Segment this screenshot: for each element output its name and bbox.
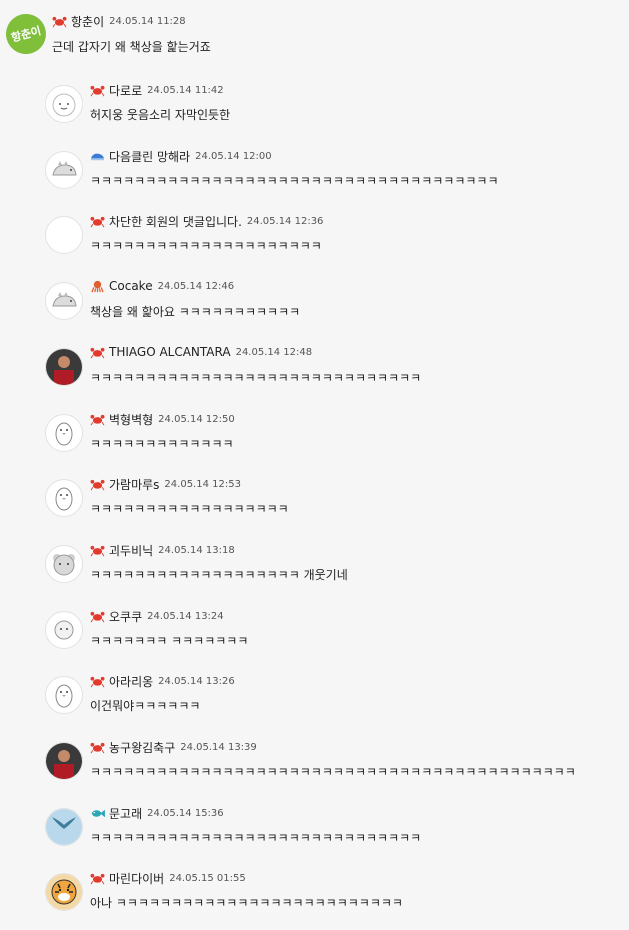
- crab-icon: [90, 675, 109, 688]
- comment-meta: Cocake 24.05.14 12:46: [90, 279, 234, 293]
- penguin-avatar[interactable]: [45, 414, 83, 452]
- comment-timestamp: 24.05.14 12:48: [235, 346, 313, 358]
- comment-meta: 다음클린 망해라 24.05.14 12:00: [90, 148, 272, 165]
- root-avatar[interactable]: 항춘이: [1, 9, 51, 59]
- penguin-avatar[interactable]: [45, 676, 83, 714]
- comment-meta: 항춘이 24.05.14 11:28: [52, 13, 186, 30]
- comment-text: ㅋㅋㅋㅋㅋㅋㅋㅋㅋㅋㅋㅋㅋㅋㅋㅋㅋㅋ: [90, 502, 289, 516]
- comment-text: 허지웅 웃음소리 자막인듯한: [90, 108, 231, 122]
- photo-avatar[interactable]: [45, 348, 83, 386]
- comment-timestamp: 24.05.14 11:28: [109, 16, 186, 27]
- comment-timestamp: 24.05.14 12:46: [157, 280, 235, 292]
- reply-comment: 차단한 회원의 댓글입니다. 24.05.14 12:36 ㅋㅋㅋㅋㅋㅋㅋㅋㅋㅋㅋㅋ…: [0, 213, 629, 273]
- comment-timestamp: 24.05.14 12:50: [158, 414, 235, 425]
- comment-nickname[interactable]: 항춘이: [71, 13, 104, 30]
- comment-nickname[interactable]: 문고래: [109, 805, 142, 822]
- reply-comment: Cocake 24.05.14 12:46 책상을 왜 핥아요 ㅋㅋㅋㅋㅋㅋㅋㅋㅋㅋ…: [0, 279, 629, 339]
- comment-meta: 벽형벽형 24.05.14 12:50: [90, 411, 235, 428]
- octopus-icon: [90, 280, 109, 293]
- comment-meta: 괴두비닉 24.05.14 13:18: [90, 542, 235, 559]
- comment-timestamp: 24.05.14 11:42: [147, 85, 224, 96]
- comment-text: ㅋㅋㅋㅋㅋㅋㅋㅋㅋㅋㅋㅋㅋㅋㅋㅋㅋㅋㅋㅋㅋ: [90, 239, 322, 253]
- bear-avatar[interactable]: [45, 545, 83, 583]
- reply-comment: 벽형벽형 24.05.14 12:50 ㅋㅋㅋㅋㅋㅋㅋㅋㅋㅋㅋㅋㅋ: [0, 411, 629, 471]
- reply-comment: 가람마루s 24.05.14 12:53 ㅋㅋㅋㅋㅋㅋㅋㅋㅋㅋㅋㅋㅋㅋㅋㅋㅋㅋ: [0, 476, 629, 536]
- root-avatar-text: 항춘이: [9, 24, 43, 45]
- crab-icon: [90, 84, 109, 97]
- crab-icon: [90, 741, 109, 754]
- reply-comment: 다음클린 망해라 24.05.14 12:00 ㅋㅋㅋㅋㅋㅋㅋㅋㅋㅋㅋㅋㅋㅋㅋㅋㅋㅋ…: [0, 148, 629, 208]
- comment-timestamp: 24.05.14 13:18: [158, 545, 235, 556]
- reply-comment: THIAGO ALCANTARA 24.05.14 12:48 ㅋㅋㅋㅋㅋㅋㅋㅋㅋㅋ…: [0, 345, 629, 405]
- tiger-avatar[interactable]: [45, 873, 83, 911]
- reply-comment: 다로로 24.05.14 11:42 허지웅 웃음소리 자막인듯한: [0, 82, 629, 142]
- comment-timestamp: 24.05.14 13:26: [158, 676, 235, 687]
- comment-nickname[interactable]: 벽형벽형: [109, 411, 153, 428]
- comment-nickname[interactable]: 오쿠쿠: [109, 608, 142, 625]
- comment-meta: 다로로 24.05.14 11:42: [90, 82, 224, 99]
- reply-comment: 농구왕김축구 24.05.14 13:39 ㅋㅋㅋㅋㅋㅋㅋㅋㅋㅋㅋㅋㅋㅋㅋㅋㅋㅋㅋㅋ…: [0, 739, 629, 799]
- crab-icon: [90, 872, 109, 885]
- root-comment: 항춘이 항춘이 24.05.14 11:28 근데 갑자기 왜 책상을 핥는거죠: [0, 0, 629, 60]
- comment-nickname[interactable]: THIAGO ALCANTARA: [109, 345, 231, 359]
- comment-timestamp: 24.05.14 15:36: [147, 808, 224, 819]
- dino-avatar[interactable]: [45, 151, 83, 189]
- crab-icon: [90, 610, 109, 623]
- comment-nickname[interactable]: 다음클린 망해라: [109, 148, 190, 165]
- dino-avatar[interactable]: [45, 282, 83, 320]
- crab-icon: [90, 544, 109, 557]
- crab-icon: [90, 215, 109, 228]
- comment-timestamp: 24.05.14 12:36: [246, 216, 324, 227]
- comment-text: ㅋㅋㅋㅋㅋㅋㅋㅋㅋㅋㅋㅋㅋㅋㅋㅋㅋㅋㅋ 개웃기네: [90, 568, 348, 582]
- whale-tail-avatar[interactable]: [45, 808, 83, 846]
- comment-text: 책상을 왜 핥아요 ㅋㅋㅋㅋㅋㅋㅋㅋㅋㅋㅋ: [90, 305, 301, 319]
- comment-text: ㅋㅋㅋㅋㅋㅋㅋㅋㅋㅋㅋㅋㅋㅋㅋㅋㅋㅋㅋㅋㅋㅋㅋㅋㅋㅋㅋㅋㅋㅋㅋㅋㅋㅋㅋㅋㅋㅋㅋㅋ…: [90, 765, 576, 779]
- comment-timestamp: 24.05.14 12:53: [164, 479, 241, 490]
- comment-text: 아나 ㅋㅋㅋㅋㅋㅋㅋㅋㅋㅋㅋㅋㅋㅋㅋㅋㅋㅋㅋㅋㅋㅋㅋㅋㅋㅋ: [90, 896, 403, 910]
- comment-nickname[interactable]: 농구왕김축구: [109, 739, 175, 756]
- comment-meta: 차단한 회원의 댓글입니다. 24.05.14 12:36: [90, 213, 323, 230]
- comment-meta: THIAGO ALCANTARA 24.05.14 12:48: [90, 345, 312, 359]
- comment-nickname[interactable]: 마린다이버: [109, 870, 164, 887]
- penguin-avatar[interactable]: [45, 479, 83, 517]
- comment-nickname[interactable]: 괴두비닉: [109, 542, 153, 559]
- crab-icon: [90, 478, 109, 491]
- comment-nickname[interactable]: Cocake: [109, 279, 153, 293]
- comment-nickname[interactable]: 가람마루s: [109, 476, 159, 493]
- crab-icon: [90, 346, 109, 359]
- crab-icon: [52, 16, 67, 28]
- comment-nickname[interactable]: 아라리옹: [109, 673, 153, 690]
- comment-nickname[interactable]: 차단한 회원의 댓글입니다.: [109, 213, 242, 230]
- comment-text: ㅋㅋㅋㅋㅋㅋㅋㅋㅋㅋㅋㅋㅋ: [90, 437, 234, 451]
- comment-meta: 마린다이버 24.05.15 01:55: [90, 870, 246, 887]
- photo-avatar[interactable]: [45, 742, 83, 780]
- reply-comment: 오쿠쿠 24.05.14 13:24 ㅋㅋㅋㅋㅋㅋㅋ ㅋㅋㅋㅋㅋㅋㅋ: [0, 608, 629, 668]
- default-face-avatar[interactable]: [45, 85, 83, 123]
- comment-meta: 오쿠쿠 24.05.14 13:24: [90, 608, 224, 625]
- comment-timestamp: 24.05.14 13:39: [180, 742, 257, 753]
- comment-timestamp: 24.05.14 12:00: [195, 151, 272, 162]
- comment-timestamp: 24.05.15 01:55: [169, 873, 246, 884]
- comment-text: ㅋㅋㅋㅋㅋㅋㅋㅋㅋㅋㅋㅋㅋㅋㅋㅋㅋㅋㅋㅋㅋㅋㅋㅋㅋㅋㅋㅋㅋㅋㅋㅋㅋㅋㅋㅋㅋ: [90, 174, 499, 188]
- blank-avatar[interactable]: [45, 216, 83, 254]
- sheep-avatar[interactable]: [45, 611, 83, 649]
- reply-comment: 아라리옹 24.05.14 13:26 이건뭐야ㅋㅋㅋㅋㅋㅋ: [0, 673, 629, 733]
- fish-icon: [90, 807, 109, 820]
- reply-comment: 문고래 24.05.14 15:36 ㅋㅋㅋㅋㅋㅋㅋㅋㅋㅋㅋㅋㅋㅋㅋㅋㅋㅋㅋㅋㅋㅋㅋ…: [0, 805, 629, 865]
- comment-meta: 문고래 24.05.14 15:36: [90, 805, 224, 822]
- reply-comment: 괴두비닉 24.05.14 13:18 ㅋㅋㅋㅋㅋㅋㅋㅋㅋㅋㅋㅋㅋㅋㅋㅋㅋㅋㅋ 개웃…: [0, 542, 629, 602]
- comment-text: ㅋㅋㅋㅋㅋㅋㅋㅋㅋㅋㅋㅋㅋㅋㅋㅋㅋㅋㅋㅋㅋㅋㅋㅋㅋㅋㅋㅋㅋㅋ: [90, 831, 422, 845]
- comment-meta: 아라리옹 24.05.14 13:26: [90, 673, 235, 690]
- comment-meta: 가람마루s 24.05.14 12:53: [90, 476, 241, 493]
- whale-icon: [90, 150, 109, 163]
- comment-text: ㅋㅋㅋㅋㅋㅋㅋㅋㅋㅋㅋㅋㅋㅋㅋㅋㅋㅋㅋㅋㅋㅋㅋㅋㅋㅋㅋㅋㅋㅋ: [90, 371, 422, 385]
- reply-comment: 마린다이버 24.05.15 01:55 아나 ㅋㅋㅋㅋㅋㅋㅋㅋㅋㅋㅋㅋㅋㅋㅋㅋㅋㅋ…: [0, 870, 629, 930]
- crab-icon: [90, 413, 109, 426]
- comment-meta: 농구왕김축구 24.05.14 13:39: [90, 739, 257, 756]
- comment-text: 이건뭐야ㅋㅋㅋㅋㅋㅋ: [90, 699, 201, 713]
- comment-nickname[interactable]: 다로로: [109, 82, 142, 99]
- comment-timestamp: 24.05.14 13:24: [147, 611, 224, 622]
- comment-text: 근데 갑자기 왜 책상을 핥는거죠: [52, 40, 211, 54]
- comment-text: ㅋㅋㅋㅋㅋㅋㅋ ㅋㅋㅋㅋㅋㅋㅋ: [90, 634, 249, 648]
